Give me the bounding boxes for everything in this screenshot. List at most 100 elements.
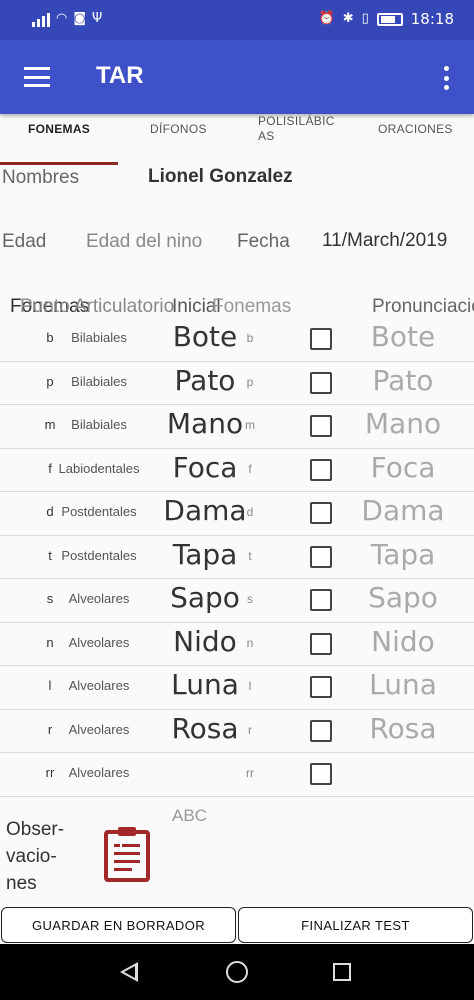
row-articulacion: Bilabiales	[71, 330, 127, 345]
vibrate-icon: ▯	[361, 11, 369, 26]
wifi-icon: ◠	[56, 11, 68, 26]
table-row: rr Alveolares rr	[0, 753, 474, 797]
tab-indicator	[0, 162, 118, 165]
back-icon[interactable]	[120, 962, 138, 982]
row-articulacion: Labiodentales	[58, 460, 140, 476]
row-checkbox[interactable]	[310, 719, 332, 742]
row-fonema-2: d	[246, 505, 254, 519]
row-palabra: Bote	[172, 320, 238, 353]
row-pronunciacion-input[interactable]: Pato	[358, 364, 448, 397]
alarm-icon: ⏰	[318, 11, 335, 26]
table-row: t Postdentales Tapa t Tapa	[0, 536, 474, 579]
row-articulacion: Alveolares	[68, 765, 130, 780]
row-pronunciacion-input[interactable]: Dama	[358, 494, 448, 527]
fecha-value[interactable]: 11/March/2019	[322, 230, 447, 252]
row-checkbox[interactable]	[310, 632, 332, 655]
row-pronunciacion-input[interactable]: Luna	[358, 668, 448, 701]
row-fonema-2: l	[248, 679, 252, 693]
row-articulacion: Alveolares	[68, 678, 130, 693]
table-row: p Bilabiales Pato p Pato	[0, 362, 474, 405]
row-palabra: Foca	[172, 450, 238, 484]
nombres-label: Nombres	[2, 167, 80, 188]
app-title: TAR	[96, 62, 144, 89]
row-pronunciacion-input[interactable]: Nido	[358, 625, 448, 658]
recent-apps-icon[interactable]	[333, 963, 351, 981]
row-articulacion: Alveolares	[68, 721, 130, 737]
row-articulacion: Postdentales	[61, 504, 137, 519]
table-row: r Alveolares Rosa r Rosa	[0, 710, 474, 753]
finish-test-button[interactable]: FINALIZAR TEST	[238, 907, 473, 943]
row-pronunciacion-input[interactable]: Foca	[358, 451, 448, 484]
bluetooth-icon: ✱	[342, 11, 354, 26]
tab-bar: FONEMAS DÍFONOS POLISILÁBIC AS ORACIONES	[0, 114, 474, 166]
header-pronunciacion: Pronunciacion	[372, 296, 474, 317]
row-fonema-2: b	[246, 331, 254, 345]
row-fonema-2: rr	[246, 766, 254, 780]
row-fonema-2: p	[246, 374, 254, 389]
row-pronunciacion-input[interactable]: Tapa	[358, 538, 448, 571]
row-palabra: Pato	[174, 363, 236, 397]
edad-input[interactable]: Edad del nino	[86, 231, 202, 253]
row-articulacion: Alveolares	[68, 591, 130, 606]
row-articulacion: Bilabiales	[71, 373, 127, 389]
row-checkbox[interactable]	[310, 415, 332, 437]
save-draft-button[interactable]: GUARDAR EN BORRADOR	[1, 907, 236, 943]
row-palabra: Sapo	[170, 581, 240, 614]
edad-label: Edad	[2, 231, 47, 252]
row-fonema-2: t	[248, 548, 252, 563]
table-row: l Alveolares Luna l Luna	[0, 666, 474, 710]
table-row: b Bilabiales Bote b Bote	[0, 318, 474, 362]
row-pronunciacion-input[interactable]: Sapo	[358, 581, 448, 614]
clipboard-icon[interactable]	[104, 826, 150, 882]
row-pronunciacion-input[interactable]: Bote	[358, 320, 448, 353]
table-row: s Alveolares Sapo s Sapo	[0, 579, 474, 623]
menu-icon[interactable]	[24, 67, 50, 87]
usb-icon: Ψ	[91, 11, 103, 26]
row-palabra: Nido	[173, 624, 237, 658]
row-articulacion: Alveolares	[68, 634, 130, 650]
table-row: m Bilabiales Mano m Mano	[0, 405, 474, 449]
table-row: n Alveolares Nido n Nido	[0, 623, 474, 666]
row-fonema-2: r	[248, 722, 252, 737]
tab-oraciones[interactable]: ORACIONES	[378, 122, 453, 174]
row-palabra: Rosa	[171, 711, 239, 745]
app-bar: TAR	[0, 40, 474, 114]
row-fonema-2: f	[248, 461, 252, 476]
header-punto-articulatorio: Punto Articulatorio	[20, 296, 175, 317]
row-checkbox[interactable]	[310, 371, 332, 394]
row-articulacion: Bilabiales	[71, 417, 127, 432]
home-icon[interactable]	[226, 961, 248, 983]
row-checkbox[interactable]	[310, 676, 332, 698]
row-palabra: Mano	[166, 407, 244, 440]
row-palabra: Tapa	[172, 537, 238, 571]
observaciones-input[interactable]: ABC	[172, 806, 207, 826]
battery-icon	[376, 12, 403, 26]
navigation-bar	[0, 944, 474, 1000]
row-fonema-2: s	[247, 592, 253, 606]
row-checkbox[interactable]	[310, 545, 332, 568]
header-fonemas-2: Fonemas	[212, 296, 292, 317]
row-articulacion: Postdentales	[61, 547, 137, 563]
row-checkbox[interactable]	[310, 502, 332, 524]
row-palabra: Luna	[171, 668, 239, 701]
row-pronunciacion-input[interactable]: Rosa	[358, 712, 448, 745]
observaciones-label: Obser- vacio- nes	[6, 819, 65, 894]
whatsapp-icon: ◙	[73, 11, 86, 26]
signal-icon	[32, 11, 50, 27]
fecha-label: Fecha	[237, 231, 290, 252]
tab-polisilabicas[interactable]: POLISILÁBIC AS	[258, 114, 338, 166]
table-row: f Labiodentales Foca f Foca	[0, 449, 474, 492]
row-checkbox[interactable]	[310, 458, 332, 481]
row-checkbox[interactable]	[310, 328, 332, 350]
more-options-icon[interactable]	[444, 66, 450, 90]
nombres-value[interactable]: Lionel Gonzalez	[148, 166, 293, 188]
row-fonema-2: n	[246, 635, 254, 650]
table-row: d Postdentales Dama d Dama	[0, 492, 474, 536]
row-palabra: Dama	[163, 494, 247, 527]
row-pronunciacion-input[interactable]: Mano	[358, 407, 448, 440]
status-bar: ◠ ◙ Ψ ⏰ ✱ ▯ 18:18	[0, 0, 474, 40]
row-checkbox[interactable]	[310, 763, 332, 785]
row-fonema-2: m	[245, 418, 255, 432]
row-checkbox[interactable]	[310, 589, 332, 611]
status-time: 18:18	[410, 10, 454, 28]
